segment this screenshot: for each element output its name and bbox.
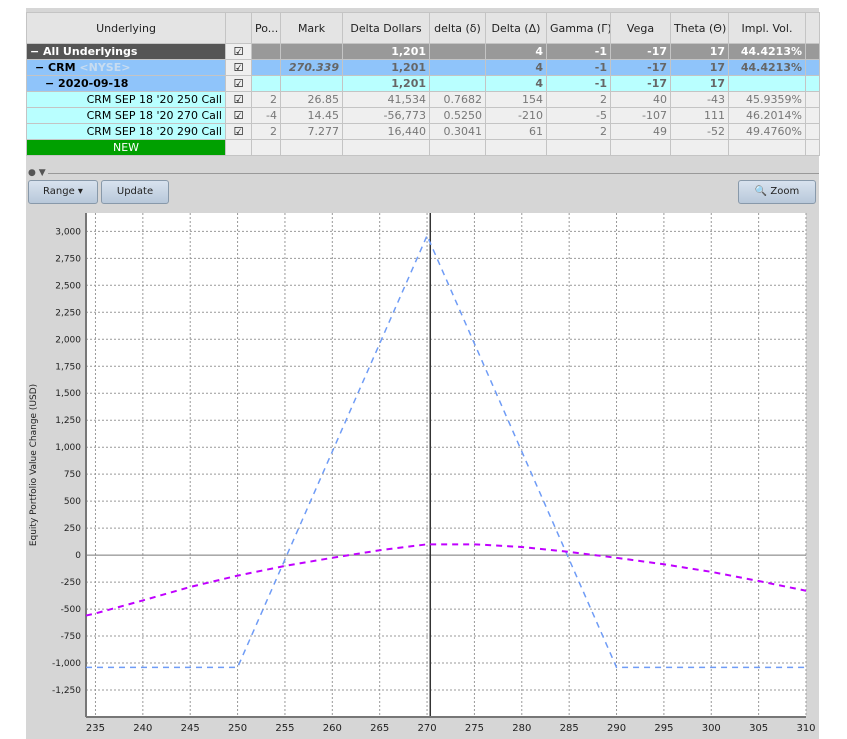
portfolio-window: Underlying Po... Mark Delta Dollars delt… [26,8,820,739]
y-tick-label: -750 [61,632,82,642]
y-tick-label: 2,000 [55,335,81,345]
y-tick-label: -500 [61,605,82,615]
x-tick-label: 260 [323,723,342,734]
x-tick-label: 300 [702,723,721,734]
y-tick-label: 2,250 [55,308,81,318]
payoff-chart: 235 240 245 250 255 260 265 270 275 280 285 290 295 3… [29,213,816,734]
y-tick-label: 2,500 [55,281,81,291]
y-tick-label: 1,250 [55,416,81,426]
x-tick-label: 285 [560,723,579,734]
x-tick-label: 290 [607,723,626,734]
x-tick-label: 250 [228,723,247,734]
y-tick-label: 1,750 [55,362,81,372]
y-tick-label: 1,500 [55,389,81,399]
x-tick-label: 305 [749,723,768,734]
x-tick-label: 310 [796,723,815,734]
y-tick-label: -250 [61,578,82,588]
x-tick-label: 235 [86,723,105,734]
x-tick-label: 295 [654,723,673,734]
x-tick-label: 275 [465,723,484,734]
y-tick-label: 0 [75,551,81,561]
x-tick-label: 270 [418,723,437,734]
x-tick-label: 240 [133,723,152,734]
y-tick-label: 500 [64,497,81,507]
y-tick-label: 750 [64,470,81,480]
x-tick-label: 265 [370,723,389,734]
x-tick-label: 280 [512,723,531,734]
x-tick-label: 245 [181,723,200,734]
y-axis-label: Equity Portfolio Value Change (USD) [29,384,39,546]
y-tick-label: -1,250 [52,686,81,696]
x-tick-label: 255 [275,723,294,734]
y-tick-label: 2,750 [55,254,81,264]
y-tick-label: -1,000 [52,659,81,669]
y-tick-label: 1,000 [55,443,81,453]
y-tick-label: 3,000 [55,227,81,237]
y-tick-label: 250 [64,524,81,534]
plot-area [86,213,806,717]
